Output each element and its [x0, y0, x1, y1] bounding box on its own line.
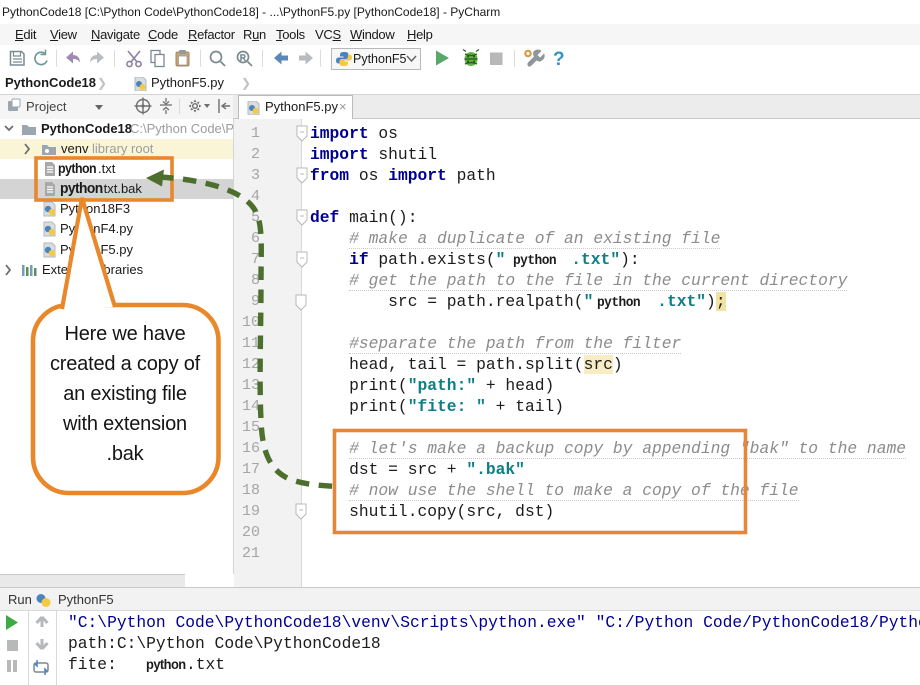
svg-text:R: R	[240, 54, 246, 63]
svg-text:?: ?	[553, 49, 565, 70]
